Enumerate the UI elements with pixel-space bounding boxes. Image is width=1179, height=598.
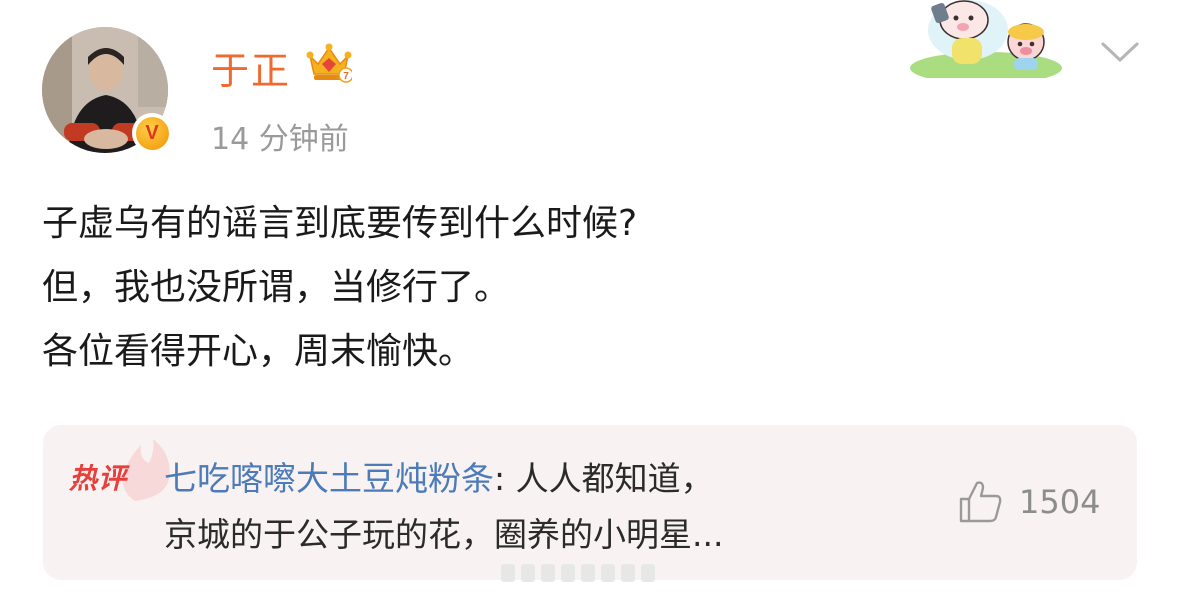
post-content: 子虚乌有的谣言到底要传到什么时候? 但，我也没所谓，当修行了。 各位看得开心，周… [42, 192, 1132, 384]
comment-separator: : [494, 459, 516, 498]
author-name[interactable]: 于正 [211, 40, 291, 95]
chevron-down-icon[interactable] [1100, 39, 1140, 65]
comment-username[interactable]: 七吃喀嚓大土豆炖粉条 [164, 459, 494, 498]
verified-badge: V [132, 113, 172, 153]
hot-comment-card[interactable]: 热评 七吃喀嚓大土豆炖粉条: 人人都知道， 京城的于公子玩的花，圈养的小明星..… [43, 425, 1137, 580]
hot-comment-badge: 热评 [69, 462, 128, 495]
svg-text:7: 7 [343, 71, 349, 82]
crown-icon[interactable]: 7 [306, 42, 352, 84]
watermark-logo [501, 564, 655, 582]
post-line: 但，我也没所谓，当修行了。 [42, 267, 511, 308]
like-button[interactable]: 1504 [955, 477, 1100, 527]
thumbs-up-icon [959, 481, 1002, 523]
post-line: 各位看得开心，周末愉快。 [42, 331, 475, 372]
comment-line: 京城的于公子玩的花，圈养的小明星... [164, 515, 724, 554]
verified-v-icon: V [135, 116, 169, 150]
avatar[interactable]: V [42, 27, 172, 153]
post-line: 子虚乌有的谣言到底要传到什么时候? [42, 203, 638, 244]
hot-comment-text: 七吃喀嚓大土豆炖粉条: 人人都知道， 京城的于公子玩的花，圈养的小明星... [164, 451, 954, 563]
post-timestamp: 14 分钟前 [211, 122, 349, 157]
like-count: 1504 [1019, 483, 1101, 521]
weibo-post: V 于正 7 14 分钟前 子虚乌有的谣言到底要传到什么时候? 但，我也没所谓，… [0, 0, 1179, 598]
cartoon-sticker-icon [910, 0, 1062, 78]
comment-body: 人人都知道， [515, 459, 714, 498]
comment-line: 七吃喀嚓大土豆炖粉条: 人人都知道， [164, 451, 954, 507]
